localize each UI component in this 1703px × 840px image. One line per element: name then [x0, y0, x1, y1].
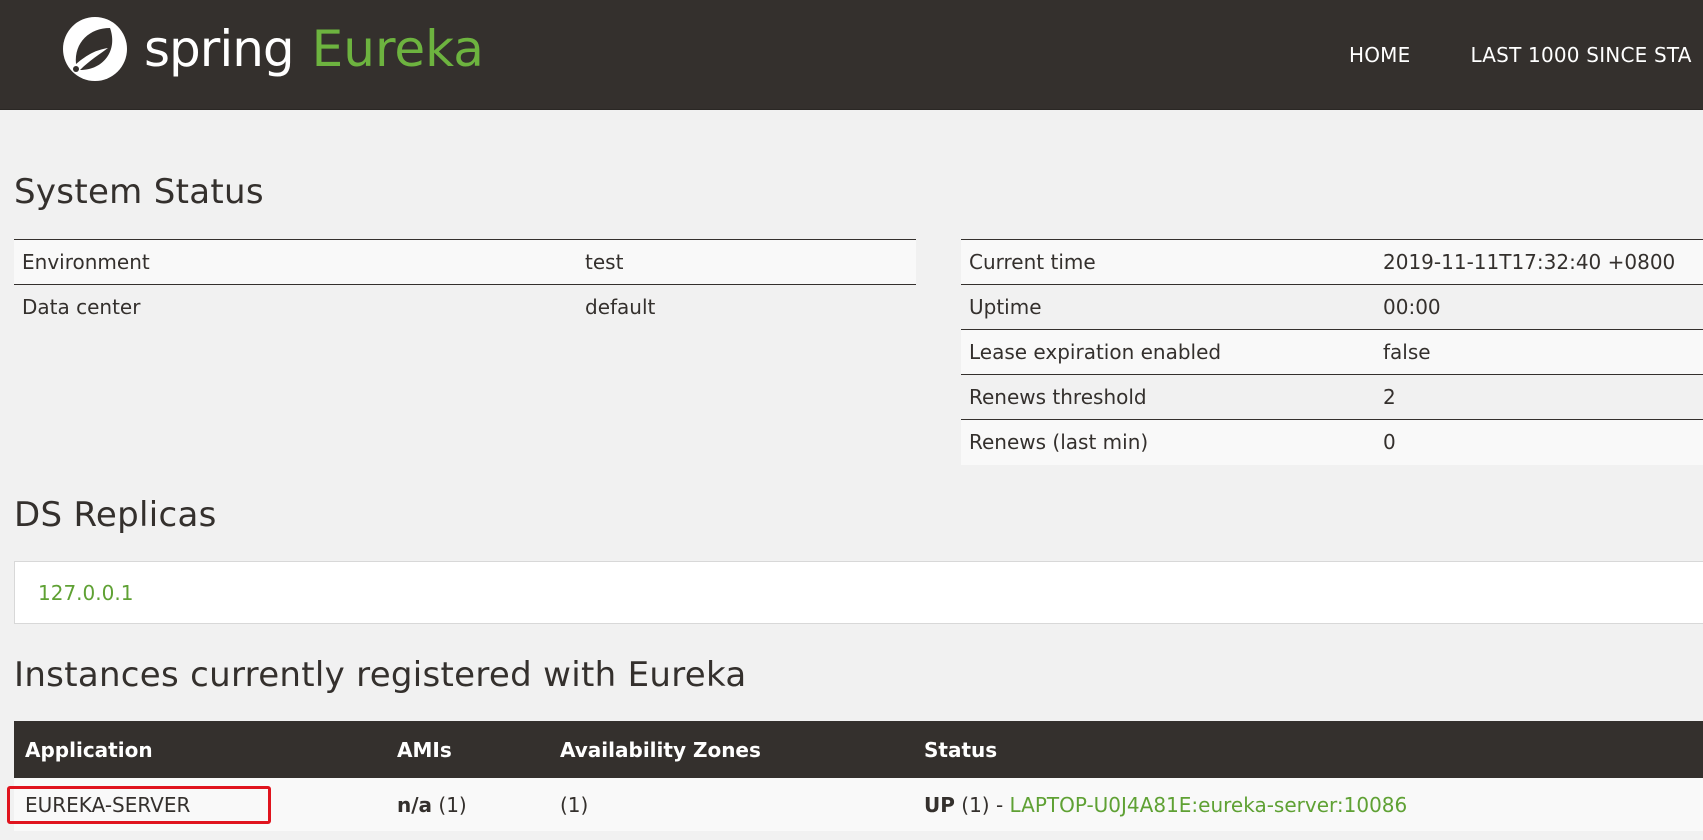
nav-link-last-1000[interactable]: LAST 1000 SINCE STA	[1470, 43, 1691, 67]
system-status-left-table: Environment test Data center default	[14, 239, 916, 330]
table-row: Renews threshold 2	[961, 374, 1703, 420]
system-status-right-table: Current time 2019-11-11T17:32:40 +0800 U…	[961, 239, 1703, 465]
table-row: Current time 2019-11-11T17:32:40 +0800	[961, 239, 1703, 285]
status-value: 2	[1375, 374, 1703, 420]
status-value: 00:00	[1375, 284, 1703, 330]
ami-value: n/a	[397, 792, 433, 817]
table-row: Renews (last min) 0	[961, 419, 1703, 465]
ds-replicas-title: DS Replicas	[14, 495, 217, 535]
ami-cell: n/a (1)	[386, 778, 549, 831]
status-key: Renews (last min)	[961, 419, 1375, 465]
status-value: false	[1375, 329, 1703, 375]
header-application: Application	[14, 721, 386, 778]
status-key: Renews threshold	[961, 374, 1375, 420]
brand-eureka-text: Eureka	[311, 20, 484, 78]
ds-replicas-list: 127.0.0.1	[14, 561, 1703, 624]
navbar: spring Eureka HOME LAST 1000 SINCE STA	[0, 0, 1703, 110]
brand-spring-text: spring	[144, 20, 295, 78]
instances-title: Instances currently registered with Eure…	[14, 655, 747, 695]
status-cell: UP (1) - LAPTOP-U0J4A81E:eureka-server:1…	[913, 778, 1703, 831]
nav-link-home[interactable]: HOME	[1349, 43, 1410, 67]
status-key: Environment	[14, 239, 577, 285]
status-value: test	[577, 239, 916, 285]
status-key: Data center	[22, 295, 141, 320]
table-row: Lease expiration enabled false	[961, 329, 1703, 375]
replica-link[interactable]: 127.0.0.1	[38, 581, 133, 605]
ami-count: (1)	[438, 792, 467, 817]
system-status-title: System Status	[14, 172, 264, 212]
table-row: Uptime 00:00	[961, 284, 1703, 330]
zones-cell: (1)	[549, 778, 913, 831]
status-up: UP	[924, 792, 955, 817]
header-amis: AMIs	[386, 721, 549, 778]
table-row: Environment test	[14, 239, 916, 285]
spring-leaf-icon	[63, 17, 127, 81]
status-value: 2019-11-11T17:32:40 +0800	[1375, 239, 1703, 285]
status-key: Uptime	[961, 284, 1375, 330]
table-row: EUREKA-SERVER n/a (1) (1) UP (1) - LAPTO…	[14, 778, 1703, 831]
header-status: Status	[913, 721, 1703, 778]
table-header-row: Application AMIs Availability Zones Stat…	[14, 721, 1703, 778]
application-name: EUREKA-SERVER	[14, 778, 386, 831]
instances-table: Application AMIs Availability Zones Stat…	[14, 721, 1703, 831]
table-row: Data center default	[14, 285, 916, 330]
nav-links: HOME LAST 1000 SINCE STA	[1349, 0, 1703, 110]
header-availability-zones: Availability Zones	[549, 721, 913, 778]
instance-link[interactable]: LAPTOP-U0J4A81E:eureka-server:10086	[1010, 793, 1408, 817]
status-key: Lease expiration enabled	[961, 329, 1375, 375]
status-value: 0	[1375, 419, 1703, 465]
status-key: Current time	[961, 239, 1375, 285]
brand-logo[interactable]: spring Eureka	[60, 14, 484, 84]
status-count: (1) -	[961, 792, 1004, 817]
status-value: default	[585, 295, 656, 320]
